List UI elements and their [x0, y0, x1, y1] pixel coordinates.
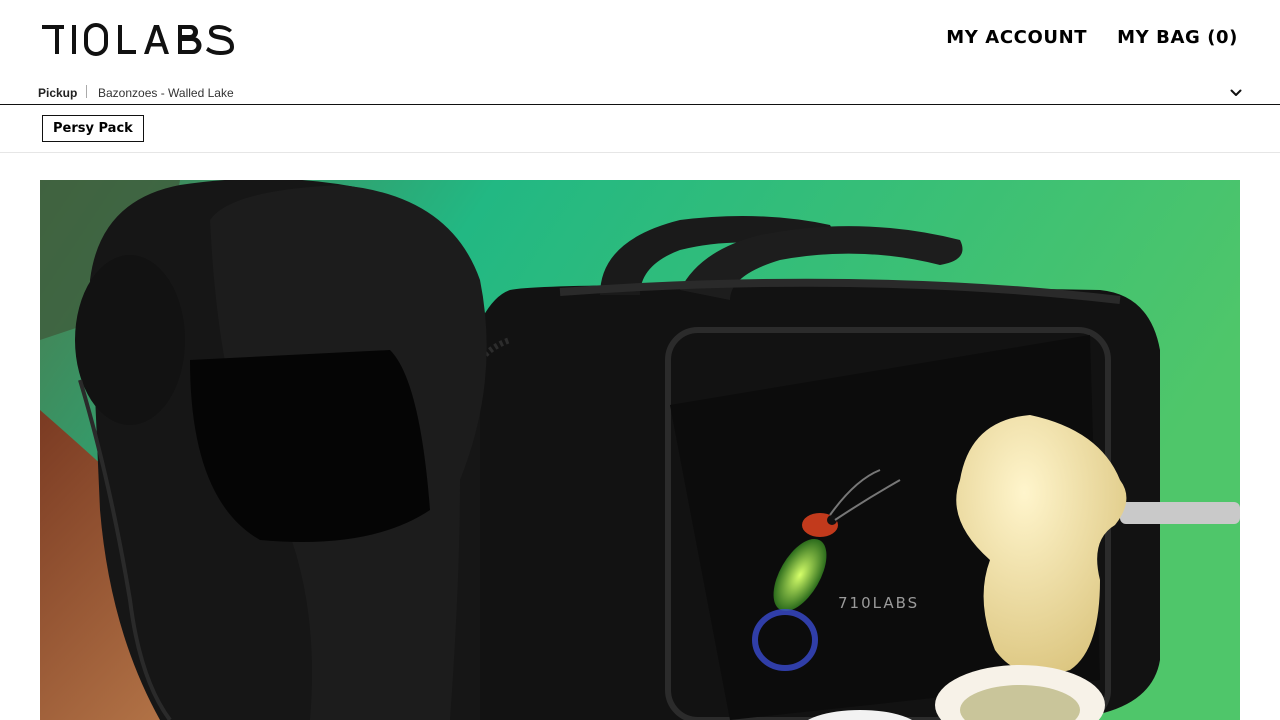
brand-logo-mark	[42, 23, 234, 56]
my-bag-link[interactable]: MY BAG (0)	[1117, 26, 1238, 50]
pickup-divider	[86, 85, 87, 98]
pickup-location-bar[interactable]: Pickup Bazonzoes - Walled Lake	[0, 82, 1280, 105]
chevron-down-icon[interactable]	[1229, 86, 1243, 100]
hero-illustration: 710LABS	[40, 180, 1240, 720]
bag-logo-text: 710LABS	[838, 594, 919, 612]
site-header: MY ACCOUNT MY BAG (0)	[0, 0, 1280, 80]
account-nav: MY ACCOUNT MY BAG (0)	[946, 26, 1238, 50]
pickup-mode-label: Pickup	[38, 86, 78, 100]
tag-persy-pack[interactable]: Persy Pack	[42, 115, 144, 142]
product-tag-bar: Persy Pack	[0, 105, 1280, 153]
hero-banner-image[interactable]: 710LABS	[40, 180, 1240, 720]
brand-logo[interactable]	[40, 22, 240, 58]
pickup-store-name: Bazonzoes - Walled Lake	[98, 86, 234, 100]
trapper-hat	[75, 180, 487, 720]
my-account-link[interactable]: MY ACCOUNT	[946, 26, 1087, 50]
